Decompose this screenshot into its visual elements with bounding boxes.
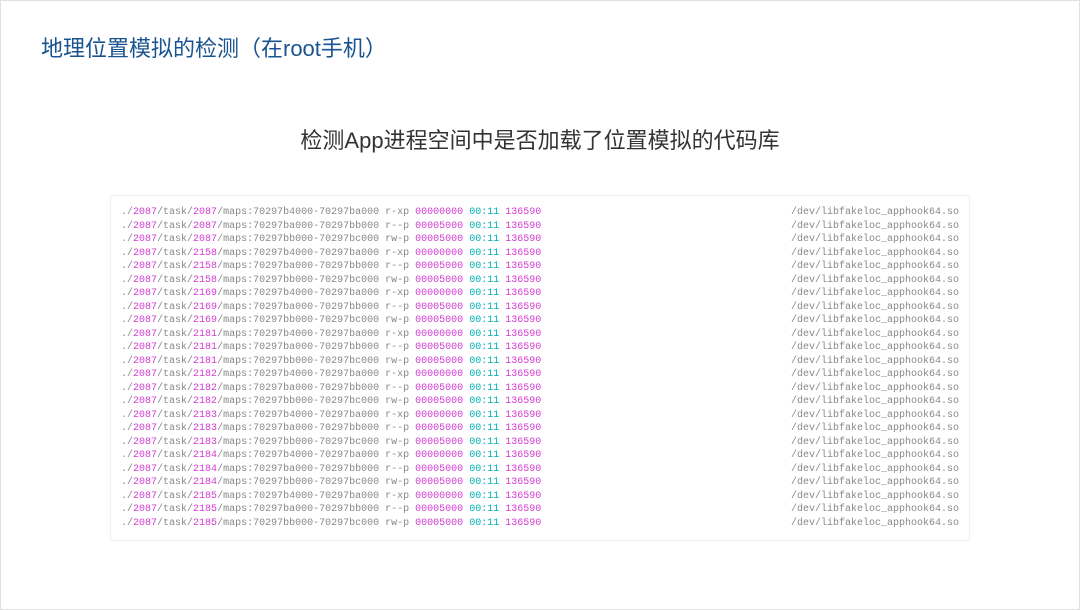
code-line: ./2087/task/2087/maps:70297ba000-70297bb… [121,220,959,234]
code-line: ./2087/task/2185/maps:70297b4000-70297ba… [121,490,959,504]
code-line: ./2087/task/2184/maps:70297ba000-70297bb… [121,463,959,477]
code-line: ./2087/task/2183/maps:70297b4000-70297ba… [121,409,959,423]
code-line: ./2087/task/2185/maps:70297bb000-70297bc… [121,517,959,531]
code-line: ./2087/task/2182/maps:70297ba000-70297bb… [121,382,959,396]
code-line: ./2087/task/2181/maps:70297bb000-70297bc… [121,355,959,369]
code-line: ./2087/task/2169/maps:70297ba000-70297bb… [121,301,959,315]
code-line: ./2087/task/2184/maps:70297bb000-70297bc… [121,476,959,490]
code-line: ./2087/task/2181/maps:70297b4000-70297ba… [121,328,959,342]
code-line: ./2087/task/2185/maps:70297ba000-70297bb… [121,503,959,517]
code-line: ./2087/task/2183/maps:70297bb000-70297bc… [121,436,959,450]
code-line: ./2087/task/2181/maps:70297ba000-70297bb… [121,341,959,355]
code-line: ./2087/task/2158/maps:70297bb000-70297bc… [121,274,959,288]
code-line: ./2087/task/2182/maps:70297b4000-70297ba… [121,368,959,382]
code-line: ./2087/task/2184/maps:70297b4000-70297ba… [121,449,959,463]
code-line: ./2087/task/2158/maps:70297ba000-70297bb… [121,260,959,274]
slide-container: 地理位置模拟的检测（在root手机） 检测App进程空间中是否加载了位置模拟的代… [0,0,1080,610]
code-line: ./2087/task/2182/maps:70297bb000-70297bc… [121,395,959,409]
code-line: ./2087/task/2087/maps:70297b4000-70297ba… [121,206,959,220]
code-line: ./2087/task/2087/maps:70297bb000-70297bc… [121,233,959,247]
slide-subtitle: 检测App进程空间中是否加载了位置模拟的代码库 [41,123,1039,155]
code-line: ./2087/task/2169/maps:70297b4000-70297ba… [121,287,959,301]
slide-title: 地理位置模拟的检测（在root手机） [41,31,1039,63]
code-line: ./2087/task/2183/maps:70297ba000-70297bb… [121,422,959,436]
code-output: ./2087/task/2087/maps:70297b4000-70297ba… [110,195,970,541]
code-line: ./2087/task/2169/maps:70297bb000-70297bc… [121,314,959,328]
code-line: ./2087/task/2158/maps:70297b4000-70297ba… [121,247,959,261]
